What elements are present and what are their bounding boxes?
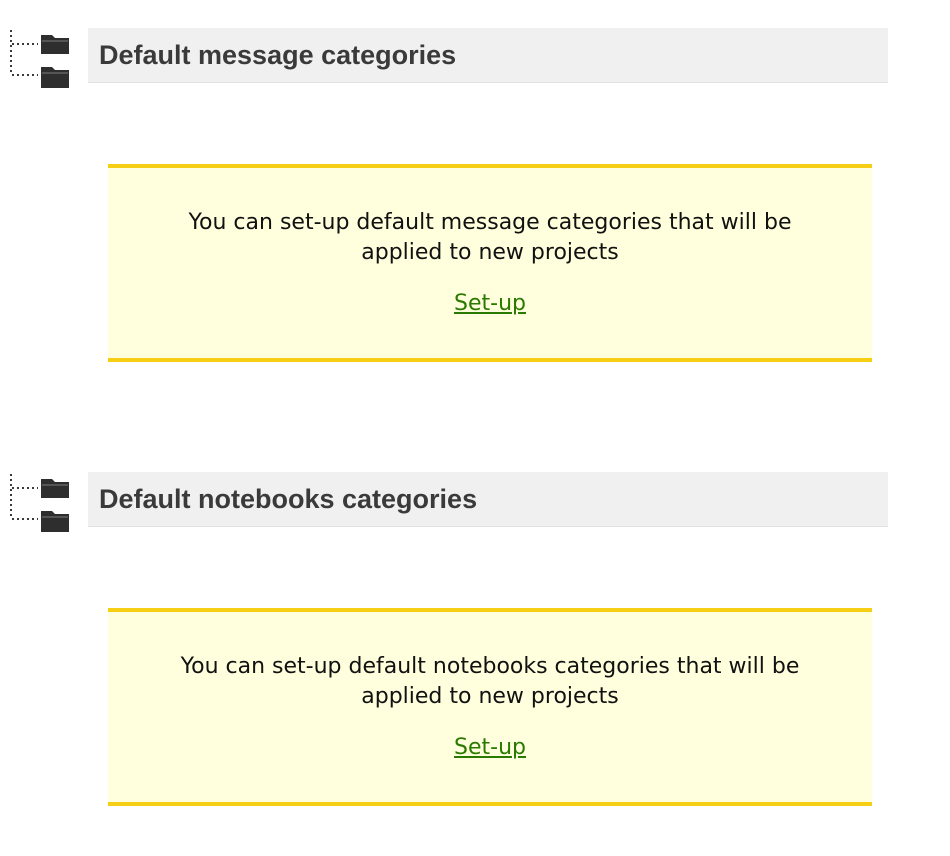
section-header: Default message categories	[88, 28, 888, 83]
section-title: Default message categories	[99, 40, 457, 70]
setup-link[interactable]: Set-up	[108, 289, 872, 319]
notice-text: You can set-up default notebooks categor…	[180, 654, 800, 709]
notice-box: You can set-up default notebooks categor…	[108, 608, 872, 806]
setup-link[interactable]: Set-up	[108, 733, 872, 763]
folder-tree-icon	[8, 30, 72, 94]
section-title: Default notebooks categories	[99, 484, 478, 514]
notice-text: You can set-up default message categorie…	[188, 210, 792, 265]
folder-tree-icon	[8, 474, 72, 538]
notice-box: You can set-up default message categorie…	[108, 164, 872, 362]
section-header: Default notebooks categories	[88, 472, 888, 527]
